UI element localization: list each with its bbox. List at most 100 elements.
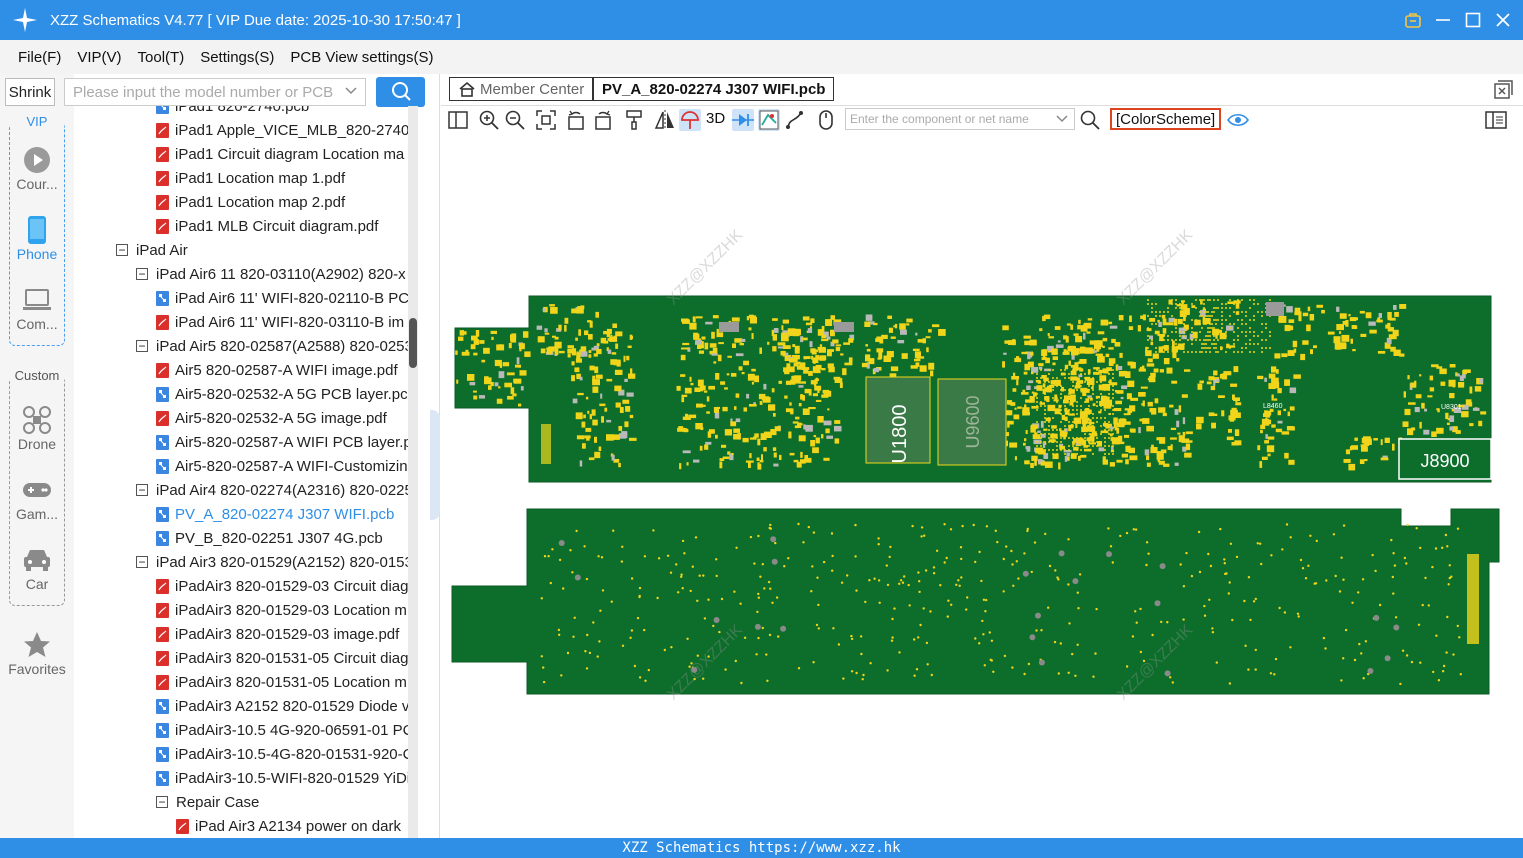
bga-ball bbox=[1217, 319, 1219, 321]
sidebar-item-courses[interactable]: Cour... bbox=[0, 144, 74, 192]
color-scheme-button[interactable]: [ColorScheme] bbox=[1110, 108, 1222, 130]
tree-file-item[interactable]: iPad Air6 11' WIFI-820-02110-B PC bbox=[156, 286, 408, 310]
pcb-board-view[interactable]: U1800 U9600 J8900 L8460 U8301 bbox=[441, 134, 1523, 838]
scrollbar-thumb[interactable] bbox=[409, 318, 417, 368]
menu-pcb-view-settings[interactable]: PCB View settings(S) bbox=[282, 49, 441, 66]
layer-view-icon[interactable] bbox=[758, 109, 780, 131]
zoom-out-icon[interactable] bbox=[504, 109, 526, 131]
maximize-button[interactable] bbox=[1461, 8, 1485, 32]
tree-file-item[interactable]: Air5-820-02532-A 5G image.pdf bbox=[156, 406, 387, 430]
tree-file-item[interactable]: iPad Air3 A2134 power on dark bbox=[176, 814, 401, 838]
test-point bbox=[812, 531, 816, 534]
tree-file-item[interactable]: iPad1 MLB Circuit diagram.pdf bbox=[156, 214, 378, 238]
rotate-right-icon[interactable] bbox=[592, 109, 614, 131]
collapse-toggle-icon[interactable]: − bbox=[156, 796, 168, 808]
tree-file-item[interactable]: Air5-820-02587-A WIFI PCB layer.p bbox=[156, 430, 408, 454]
sidebar-item-game[interactable]: Gam... bbox=[0, 474, 74, 522]
collapse-toggle-icon[interactable]: − bbox=[136, 340, 148, 352]
tree-file-item[interactable]: iPadAir3 820-01529-03 image.pdf bbox=[156, 622, 399, 646]
tab-active-pcb[interactable]: PV_A_820-02274 J307 WIFI.pcb bbox=[593, 77, 835, 101]
tree-folder[interactable]: − iPad Air4 820-02274(A2316) 820-0225 bbox=[136, 478, 408, 502]
zoom-in-icon[interactable] bbox=[478, 109, 500, 131]
sidebar-item-drone[interactable]: Drone bbox=[0, 404, 74, 452]
tree-file-item[interactable]: iPadAir3-10.5-WIFI-820-01529 YiDi bbox=[156, 766, 408, 790]
sidebar-item-car[interactable]: Car bbox=[0, 544, 74, 592]
tree-file-item[interactable]: iPad1 Apple_VICE_MLB_820-2740-A bbox=[156, 118, 408, 142]
mirror-flip-icon[interactable] bbox=[654, 109, 676, 131]
tree-file-item[interactable]: iPad Air6 11' WIFI-820-03110-B im bbox=[156, 310, 404, 334]
close-button[interactable] bbox=[1491, 8, 1515, 32]
tree-file-item[interactable]: iPad1 820-2740.pcb bbox=[156, 106, 309, 118]
menu-tool[interactable]: Tool(T) bbox=[130, 49, 193, 66]
tree-file-item[interactable]: iPadAir3 820-01529-03 Location m bbox=[156, 598, 407, 622]
side-panel-icon[interactable] bbox=[1485, 109, 1507, 131]
bga-ball bbox=[1187, 351, 1189, 353]
sidebar-item-favorites[interactable]: Favorites bbox=[0, 629, 74, 677]
collapse-toggle-icon[interactable]: − bbox=[136, 268, 148, 280]
test-point bbox=[1235, 555, 1239, 559]
tree-folder[interactable]: − iPad Air3 820-01529(A2152) 820-0153 bbox=[136, 550, 408, 574]
paint-brush-icon[interactable] bbox=[623, 109, 645, 131]
menu-settings[interactable]: Settings(S) bbox=[192, 49, 282, 66]
pcb-pad bbox=[1070, 376, 1078, 381]
pcb-pad bbox=[712, 315, 719, 319]
pcb-pad bbox=[1181, 394, 1188, 398]
tree-file-item[interactable]: iPad1 Location map 1.pdf bbox=[156, 166, 345, 190]
tree-file-item[interactable]: PV_B_820-02251 J307 4G.pcb bbox=[156, 526, 383, 550]
chevron-down-icon[interactable] bbox=[1056, 111, 1068, 128]
tree-file-item[interactable]: iPadAir3-10.5-4G-820-01531-920-C bbox=[156, 742, 408, 766]
tree-file-item[interactable]: iPad1 Location map 2.pdf bbox=[156, 190, 345, 214]
bga-ball bbox=[1245, 347, 1247, 349]
probe-icon[interactable] bbox=[679, 109, 701, 131]
test-point bbox=[1017, 577, 1020, 580]
tab-member-center[interactable]: Member Center bbox=[449, 77, 594, 101]
shrink-button[interactable]: Shrink bbox=[5, 78, 55, 106]
fit-view-icon[interactable] bbox=[535, 109, 557, 131]
tree-scrollbar[interactable] bbox=[408, 106, 418, 838]
net-search-icon[interactable] bbox=[1079, 109, 1101, 131]
menu-vip[interactable]: VIP(V) bbox=[69, 49, 129, 66]
sidebar-item-phone[interactable]: Phone bbox=[0, 214, 74, 262]
trace-route-icon[interactable] bbox=[784, 109, 806, 131]
mouse-icon[interactable] bbox=[815, 109, 837, 131]
collapse-toggle-icon[interactable]: − bbox=[136, 484, 148, 496]
rotate-left-icon[interactable] bbox=[565, 109, 587, 131]
bga-ball bbox=[1201, 299, 1203, 301]
bga-ball bbox=[1151, 311, 1153, 313]
tree-folder[interactable]: − iPad Air bbox=[116, 238, 188, 262]
tree-file-item[interactable]: iPadAir3-10.5 4G-920-06591-01 PC bbox=[156, 718, 408, 742]
tree-file-item[interactable]: iPadAir3 820-01529-03 Circuit diag bbox=[156, 574, 408, 598]
close-all-tabs-icon[interactable] bbox=[1493, 80, 1513, 100]
tree-file-item[interactable]: PV_A_820-02274 J307 WIFI.pcb bbox=[156, 502, 394, 526]
tree-file-item[interactable]: Air5 820-02587-A WIFI image.pdf bbox=[156, 358, 398, 382]
tree-folder[interactable]: − Repair Case bbox=[156, 790, 259, 814]
pcb-canvas[interactable]: U1800 U9600 J8900 L8460 U8301 XZZ@XZZHK … bbox=[441, 134, 1523, 838]
tree-folder[interactable]: − iPad Air5 820-02587(A2588) 820-0253 bbox=[136, 334, 408, 358]
net-search-input[interactable]: Enter the component or net name bbox=[845, 108, 1075, 130]
pcb-pad bbox=[473, 390, 477, 393]
tree-file-item[interactable]: iPad1 Circuit diagram Location ma bbox=[156, 142, 404, 166]
minimize-button[interactable] bbox=[1431, 8, 1455, 32]
chevron-down-icon[interactable] bbox=[345, 83, 357, 101]
tree-file-item[interactable]: iPadAir3 A2152 820-01529 Diode v bbox=[156, 694, 408, 718]
pcb-pad bbox=[798, 435, 806, 442]
eye-icon[interactable] bbox=[1227, 109, 1249, 131]
menu-file[interactable]: File(F) bbox=[10, 49, 69, 66]
tree-file-item[interactable]: iPadAir3 820-01531-05 Circuit diag bbox=[156, 646, 408, 670]
view-3d-button[interactable]: 3D bbox=[706, 110, 725, 127]
pcb-pad bbox=[1226, 343, 1230, 349]
diode-mode-icon[interactable] bbox=[732, 109, 754, 131]
collapse-toggle-icon[interactable]: − bbox=[136, 556, 148, 568]
tree-file-item[interactable]: Air5-820-02587-A WIFI-Customizin bbox=[156, 454, 408, 478]
vip-bag-icon[interactable] bbox=[1401, 8, 1425, 32]
collapse-toggle-icon[interactable]: − bbox=[116, 244, 128, 256]
tree-file-item[interactable]: iPadAir3 820-01531-05 Location m bbox=[156, 670, 407, 694]
panel-toggle-icon[interactable] bbox=[447, 109, 469, 131]
sidebar-item-computer[interactable]: Com... bbox=[0, 284, 74, 332]
tree-item-label: iPad Air6 11 820-03110(A2902) 820-x bbox=[156, 265, 406, 283]
model-search-input[interactable]: Please input the model number or PCB bbox=[64, 78, 366, 106]
search-button[interactable] bbox=[376, 77, 425, 107]
tree-folder[interactable]: − iPad Air6 11 820-03110(A2902) 820-x bbox=[136, 262, 406, 286]
tree-file-item[interactable]: Air5-820-02532-A 5G PCB layer.pcb bbox=[156, 382, 408, 406]
panel-splitter-handle[interactable] bbox=[430, 410, 440, 520]
